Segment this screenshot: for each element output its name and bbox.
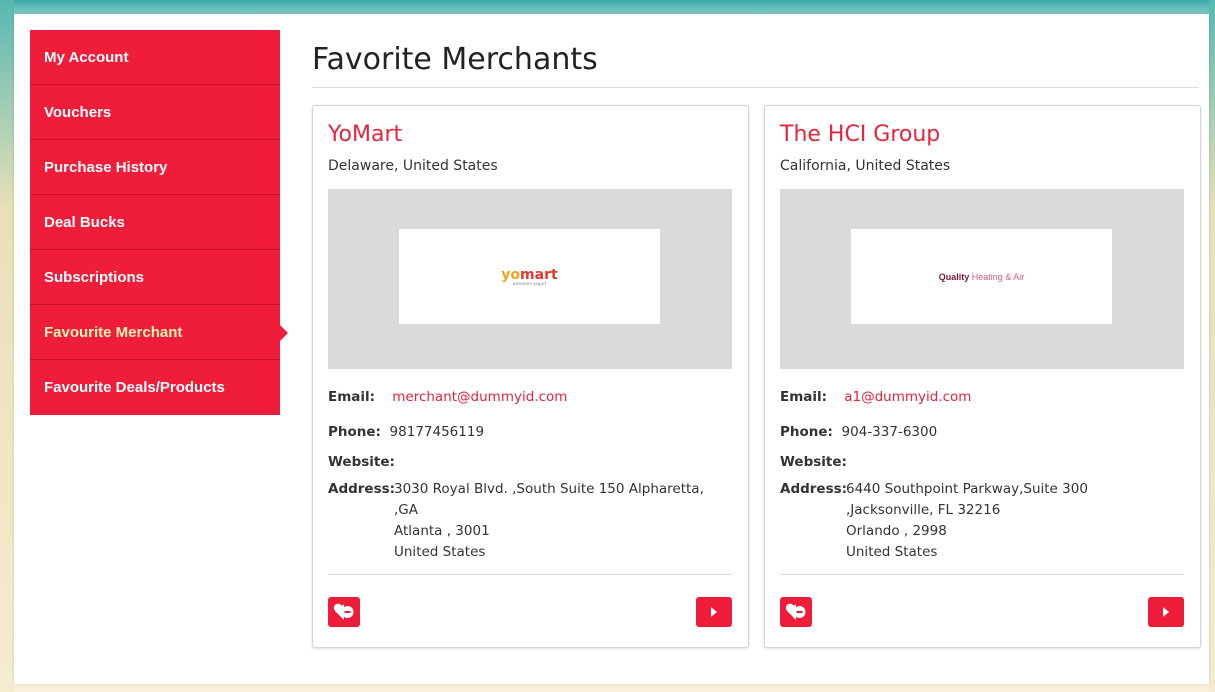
content-panel: My Account Vouchers Purchase History Dea… [14,14,1209,684]
sidebar-item-deal-bucks[interactable]: Deal Bucks [30,195,280,250]
card-divider [780,574,1184,575]
phone-value: 98177456119 [389,424,485,440]
account-sidebar: My Account Vouchers Purchase History Dea… [30,30,288,415]
phone-label: Phone: [328,424,381,440]
website-row: Website: [780,454,847,470]
address-line: United States [394,544,486,560]
page-title: Favorite Merchants [312,42,598,77]
address-label: Address: [328,481,396,497]
sidebar-item-favourite-deals-products[interactable]: Favourite Deals/Products [30,360,280,415]
address-line: ,GA [394,502,418,518]
play-arrow-icon [1163,607,1169,617]
address-line: 6440 Southpoint Parkway,Suite 300 [846,481,1088,497]
background-left [0,0,14,692]
phone-row: Phone: 98177456119 [328,424,484,440]
merchant-name[interactable]: YoMart [328,122,402,147]
remove-favorite-button[interactable] [328,597,360,627]
sidebar-item-vouchers[interactable]: Vouchers [30,85,280,140]
address-label: Address: [780,481,848,497]
address-line: Atlanta , 3001 [394,523,490,539]
title-divider [312,87,1199,88]
merchant-card: The HCI Group California, United States … [764,105,1201,648]
email-link[interactable]: merchant@dummyid.com [392,389,567,405]
merchant-logo: yomart awesome yogurt [399,229,660,324]
merchant-name[interactable]: The HCI Group [780,122,940,147]
view-merchant-button[interactable] [696,597,732,627]
phone-label: Phone: [780,424,833,440]
address-line: Orlando , 2998 [846,523,947,539]
merchant-image[interactable]: yomart awesome yogurt [328,189,732,369]
card-divider [328,574,732,575]
website-label: Website: [328,454,395,470]
address-line: 3030 Royal Blvd. ,South Suite 150 Alphar… [394,481,704,497]
heart-minus-icon [785,603,806,620]
website-row: Website: [328,454,395,470]
website-label: Website: [780,454,847,470]
play-arrow-icon [711,607,717,617]
view-merchant-button[interactable] [1148,597,1184,627]
sidebar-item-my-account[interactable]: My Account [30,30,280,85]
merchant-logo: Quality Heating & Air [851,229,1112,324]
sidebar-item-purchase-history[interactable]: Purchase History [30,140,280,195]
phone-row: Phone: 904-337-6300 [780,424,937,440]
address-line: United States [846,544,938,560]
background-right [1209,0,1215,692]
email-row: Email: merchant@dummyid.com [328,389,567,405]
email-link[interactable]: a1@dummyid.com [844,389,971,405]
merchant-location: Delaware, United States [328,158,498,174]
sidebar-item-favourite-merchant[interactable]: Favourite Merchant [30,305,288,360]
sidebar-item-subscriptions[interactable]: Subscriptions [30,250,280,305]
address-value: 6440 Southpoint Parkway,Suite 300 ,Jacks… [846,479,1088,563]
email-row: Email: a1@dummyid.com [780,389,971,405]
address-value: 3030 Royal Blvd. ,South Suite 150 Alphar… [394,479,704,563]
phone-value: 904-337-6300 [841,424,938,440]
merchant-location: California, United States [780,158,951,174]
merchant-image[interactable]: Quality Heating & Air [780,189,1184,369]
address-line: ,Jacksonville, FL 32216 [846,502,1001,518]
merchant-card: YoMart Delaware, United States yomart aw… [312,105,749,648]
logo-text-quality: Quality [938,271,970,282]
email-label: Email: [328,389,376,405]
logo-text-heating-air: Heating & Air [971,271,1025,282]
email-label: Email: [780,389,828,405]
heart-minus-icon [333,603,354,620]
remove-favorite-button[interactable] [780,597,812,627]
